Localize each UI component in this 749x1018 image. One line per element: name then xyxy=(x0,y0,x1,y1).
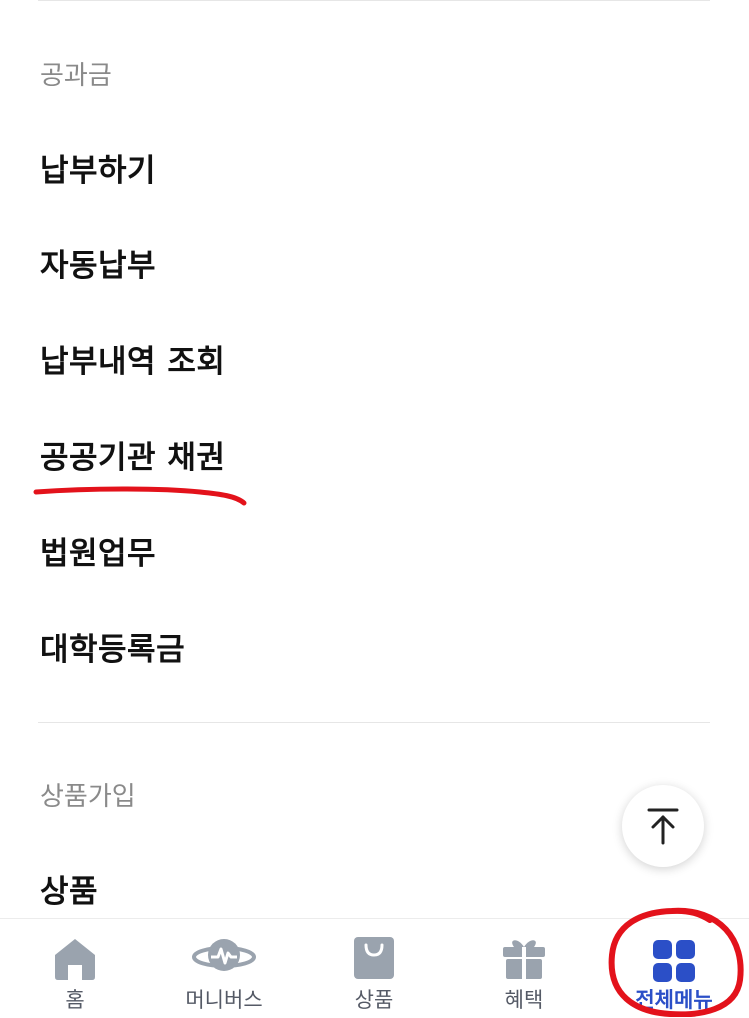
tab-label-all-menu: 전체메뉴 xyxy=(635,988,713,1012)
tab-label-home: 홈 xyxy=(65,988,85,1012)
menu-item-court-services[interactable]: 법원업무 xyxy=(40,534,156,574)
bottom-tab-bar: 홈 머니버스 상품 혜택 전체메뉴 xyxy=(0,918,749,1018)
home-icon xyxy=(55,939,95,980)
menu-item-tuition[interactable]: 대학등록금 xyxy=(40,630,185,670)
tab-home[interactable]: 홈 xyxy=(0,919,150,1018)
tab-label-products: 상품 xyxy=(354,988,394,1012)
menu-item-auto-pay[interactable]: 자동납부 xyxy=(40,246,156,286)
section-title-product-signup: 상품가입 xyxy=(40,782,136,812)
tab-moneyverse[interactable]: 머니버스 xyxy=(149,919,299,1018)
tab-label-benefits: 혜택 xyxy=(504,988,544,1012)
tab-benefits[interactable]: 혜택 xyxy=(449,919,599,1018)
menu-item-public-bonds[interactable]: 공공기관 채권 xyxy=(40,438,225,478)
shopping-bag-icon xyxy=(354,937,394,979)
menu-item-pay[interactable]: 납부하기 xyxy=(40,151,156,191)
section-divider xyxy=(38,722,710,723)
gift-icon xyxy=(503,940,545,979)
tab-products[interactable]: 상품 xyxy=(299,919,449,1018)
tab-all-menu[interactable]: 전체메뉴 xyxy=(599,919,749,1018)
scroll-to-top-button[interactable] xyxy=(622,785,704,867)
section-title-utility-bills: 공과금 xyxy=(40,61,112,91)
planet-icon xyxy=(192,939,256,971)
tab-label-moneyverse: 머니버스 xyxy=(185,988,263,1012)
top-divider xyxy=(38,0,710,1)
menu-item-products[interactable]: 상품 xyxy=(40,872,98,912)
menu-item-payment-history[interactable]: 납부내역 조회 xyxy=(40,342,225,382)
arrow-up-icon xyxy=(647,808,679,845)
grid-menu-icon xyxy=(653,940,695,982)
